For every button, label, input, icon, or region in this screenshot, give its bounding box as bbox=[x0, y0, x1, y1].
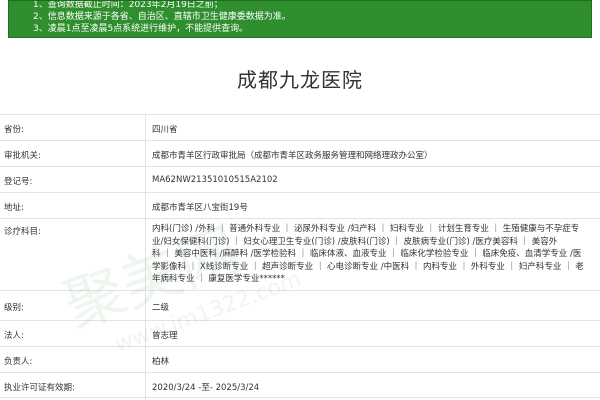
notice-line-1: 1、查询数据截止时间：2023年2月19日之前； bbox=[33, 0, 223, 10]
row-level: 级别: 二级 bbox=[0, 290, 600, 320]
authority-label: 审批机关: bbox=[4, 151, 41, 161]
registration-value: MA62NW21351010515A2102 bbox=[152, 175, 278, 185]
head-label: 负责人: bbox=[4, 357, 33, 367]
level-value: 二级 bbox=[152, 303, 170, 313]
departments-value: 内科(门诊) /外科 ｜ 普通外科专业 ｜ 泌尿外科专业 /妇产科 ｜ 妇科专业… bbox=[152, 223, 596, 286]
departments-label: 诊疗科目: bbox=[4, 227, 41, 237]
row-province: 省份: 四川省 bbox=[0, 114, 600, 140]
registration-label: 登记号: bbox=[4, 177, 33, 187]
hospital-title: 成都九龙医院 bbox=[237, 68, 363, 92]
legal-value: 曾志理 bbox=[152, 331, 178, 341]
row-address: 地址: 成都市青羊区八宝街19号 bbox=[0, 192, 600, 218]
row-license: 执业许可证有效期: 2020/3/24 -至- 2025/3/24 bbox=[0, 372, 600, 398]
row-departments: 诊疗科目: 内科(门诊) /外科 ｜ 普通外科专业 ｜ 泌尿外科专业 /妇产科 … bbox=[0, 218, 600, 290]
authority-value: 成都市青羊区行政审批局（成都市青羊区政务服务管理和网络理政办公室） bbox=[152, 151, 433, 161]
head-value: 柏林 bbox=[152, 357, 170, 367]
departments-line: 业/妇女保健科(门诊) ｜ 妇女心理卫生专业(门诊) /皮肤科(门诊) ｜ 皮肤… bbox=[152, 236, 558, 247]
legal-label: 法人: bbox=[4, 331, 24, 341]
license-value: 2020/3/24 -至- 2025/3/24 bbox=[152, 383, 260, 393]
row-authority: 审批机关: 成都市青羊区行政审批局（成都市青羊区政务服务管理和网络理政办公室） bbox=[0, 140, 600, 166]
departments-line: 年病科专业 ｜ 康复医学专业****** bbox=[152, 274, 285, 284]
license-label: 执业许可证有效期: bbox=[4, 383, 75, 393]
notice-banner: 1、查询数据截止时间：2023年2月19日之前； 2、信息数据来源于各省、自治区… bbox=[8, 0, 592, 38]
row-registration: 登记号: MA62NW21351010515A2102 bbox=[0, 166, 600, 192]
province-label: 省份: bbox=[4, 125, 24, 135]
departments-line: 学影像科 ｜ X线诊断专业 ｜ 超声诊断专业 ｜ 心电诊断专业 /中医科 ｜ 内… bbox=[152, 261, 584, 272]
province-value: 四川省 bbox=[152, 125, 178, 135]
notice-line-2: 2、信息数据来源于各省、自治区、直辖市卫生健康委数据为准。 bbox=[33, 12, 291, 22]
notice-line-3: 3、凌晨1点至凌晨5点系统进行维护，不能提供查询。 bbox=[33, 24, 249, 34]
hospital-info-table: 省份: 四川省 审批机关: 成都市青羊区行政审批局（成都市青羊区政务服务管理和网… bbox=[0, 114, 600, 398]
level-label: 级别: bbox=[4, 303, 24, 313]
address-label: 地址: bbox=[4, 203, 24, 213]
row-legal: 法人: 曾志理 bbox=[0, 320, 600, 346]
departments-line: 科 ｜ 美容中医科 /麻醉科 /医学检验科 ｜ 临床体液、血液专业 ｜ 临床化学… bbox=[152, 249, 582, 259]
address-value: 成都市青羊区八宝街19号 bbox=[152, 203, 248, 213]
departments-line: 内科(门诊) /外科 ｜ 普通外科专业 ｜ 泌尿外科专业 /妇产科 ｜ 妇科专业… bbox=[152, 224, 580, 234]
row-head: 负责人: 柏林 bbox=[0, 346, 600, 372]
